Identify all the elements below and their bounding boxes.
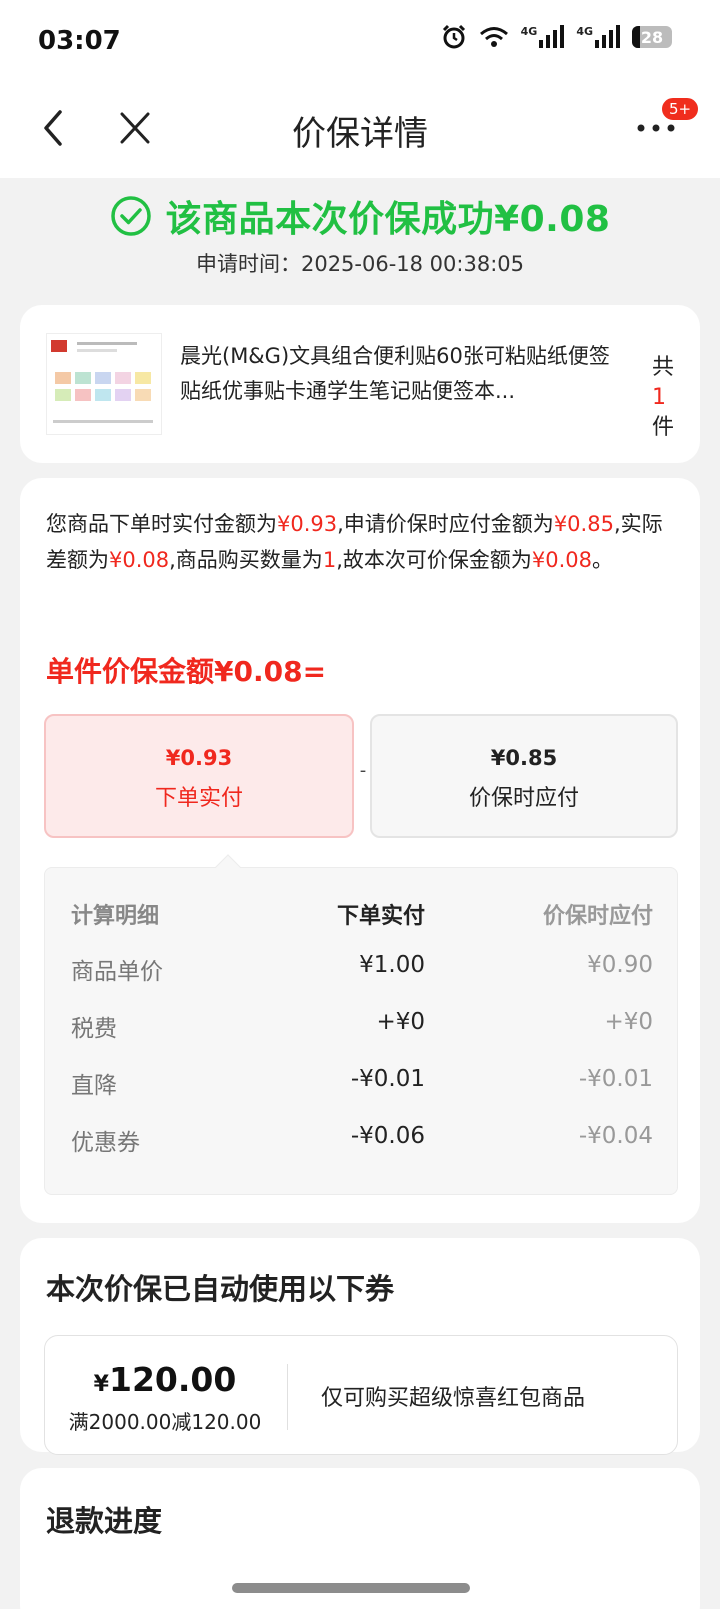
protection-payable-label: 价保时应付 [468,786,579,811]
row-label: 税费 [71,1016,117,1042]
network-type-label: 4G [520,25,538,38]
calculation-detail-table: 计算明细 下单实付 价保时应付 商品单价 ¥1.00 ¥0.90 税费 +¥0 … [44,854,679,1195]
product-thumbnail [46,333,162,435]
desc-text: ,申请价保时应付金额为 [337,512,554,536]
battery-level: 28 [640,27,664,47]
count-suffix: 件 [652,415,675,440]
desc-amount: ¥0.08 [109,548,170,572]
protection-payable-box[interactable]: ¥0.85 价保时应付 [370,714,678,838]
sticky-note-swatch [55,389,71,401]
desc-text: ,商品购买数量为 [169,548,323,572]
message-count-badge: 5+ [660,96,701,122]
desc-amount: ¥0.93 [277,512,338,536]
sticky-note-swatch [75,372,91,384]
protection-payable-value: ¥0.90 [587,952,653,978]
coupon-section-title: 本次价保已自动使用以下券 [46,1272,395,1306]
apply-time: 申请时间：2025-06-18 00:38:05 [195,252,525,276]
status-icons: 4G 4G 28 [441,24,672,50]
cellular-signal-icon: 4G [576,25,620,49]
table-row: 直降 -¥0.01 -¥0.01 [45,1066,679,1106]
top-bar: 03:07 4G 4G 28 价保详情 5+ [0,0,720,178]
order-paid-label: 下单实付 [154,786,243,811]
order-paid-box[interactable]: ¥0.93 下单实付 [44,714,354,838]
wifi-icon [479,26,509,48]
sticky-note-swatch [135,372,151,384]
protection-payable-value: -¥0.01 [578,1066,653,1092]
coupon-amount: ¥120.00 [45,1360,285,1399]
sticky-note-swatch [55,372,71,384]
product-count: 共 1 件 [652,353,682,443]
row-label: 优惠券 [71,1130,140,1156]
column-header: 计算明细 [71,904,160,929]
calculation-description: 您商品下单时实付金额为¥0.93,申请价保时应付金额为¥0.85,实际差额为¥0… [46,506,676,578]
product-card[interactable]: 晨光(M&G)文具组合便利贴60张可粘贴纸便签贴纸优事贴卡通学生笔记贴便签本..… [20,305,700,463]
sticky-note-swatch [115,372,131,384]
row-label: 商品单价 [71,959,163,985]
protection-payable-value: +¥0 [604,1009,653,1035]
order-paid-value: +¥0 [376,1009,425,1035]
sticky-note-swatch [95,372,111,384]
sticky-note-swatch [115,389,131,401]
refund-progress-title: 退款进度 [46,1504,163,1538]
order-paid-amount: ¥0.93 [165,746,233,770]
status-time: 03:07 [38,26,121,56]
desc-amount: ¥0.85 [553,512,614,536]
order-paid-value: ¥1.00 [359,952,425,978]
count-value: 1 [652,385,666,410]
currency-symbol: ¥ [93,1372,109,1397]
protection-payable-amount: ¥0.85 [490,746,558,770]
sticky-note-swatch [95,389,111,401]
battery-icon: 28 [632,26,672,48]
success-headline: 该商品本次价保成功¥0.08 [165,199,611,240]
success-banner: 该商品本次价保成功¥0.08 [0,190,720,242]
unit-price-protection-title: 单件价保金额¥0.08= [46,655,327,688]
protection-payable-value: -¥0.04 [578,1123,653,1149]
pointer-caret [215,854,241,880]
nav-bar: 价保详情 5+ [0,84,720,178]
calculation-card: 您商品下单时实付金额为¥0.93,申请价保时应付金额为¥0.85,实际差额为¥0… [20,478,700,1223]
cellular-signal-icon: 4G [521,25,565,49]
status-bar: 03:07 4G 4G 28 [0,0,720,84]
coupon-condition: 满2000.00减120.00 [68,1410,262,1434]
desc-quantity: 1 [322,548,337,572]
check-circle-icon [110,196,151,236]
page-title: 价保详情 [292,114,428,154]
count-prefix: 共 [652,355,675,380]
coupon-divider [287,1364,288,1430]
column-header: 价保时应付 [542,904,653,929]
coupon-value: 120.00 [108,1360,237,1399]
network-type-label: 4G [576,25,593,38]
thumbnail-text-line [77,349,117,352]
row-label: 直降 [71,1073,117,1099]
used-coupon-card: 本次价保已自动使用以下券 ¥120.00 满2000.00减120.00 仅可购… [20,1238,700,1455]
desc-text: 您商品下单时实付金额为 [46,512,277,536]
alarm-icon [441,24,467,50]
table-row: 商品单价 ¥1.00 ¥0.90 [45,952,679,992]
minus-sign: - [359,760,367,781]
home-indicator[interactable] [232,1583,470,1593]
product-name: 晨光(M&G)文具组合便利贴60张可粘贴纸便签贴纸优事贴卡通学生笔记贴便签本..… [180,344,610,403]
desc-amount: ¥0.08 [531,548,592,572]
desc-text: ,故本次可价保金额为 [336,548,532,572]
coupon-description: 仅可购买超级惊喜红包商品 [321,1386,586,1411]
column-header: 下单实付 [336,904,425,929]
order-paid-value: -¥0.06 [350,1123,425,1149]
order-paid-value: -¥0.01 [350,1066,425,1092]
brand-logo [51,340,67,352]
thumbnail-text-line [77,342,137,345]
coupon-item[interactable]: ¥120.00 满2000.00减120.00 仅可购买超级惊喜红包商品 [44,1335,678,1455]
table-row: 优惠券 -¥0.06 -¥0.04 [45,1123,679,1163]
desc-text: 。 [592,548,613,572]
sticky-note-swatch [75,389,91,401]
table-header-row: 计算明细 下单实付 价保时应付 [45,898,679,938]
table-row: 税费 +¥0 +¥0 [45,1009,679,1049]
thumbnail-text-line [53,420,153,423]
sticky-note-swatch [135,389,151,401]
